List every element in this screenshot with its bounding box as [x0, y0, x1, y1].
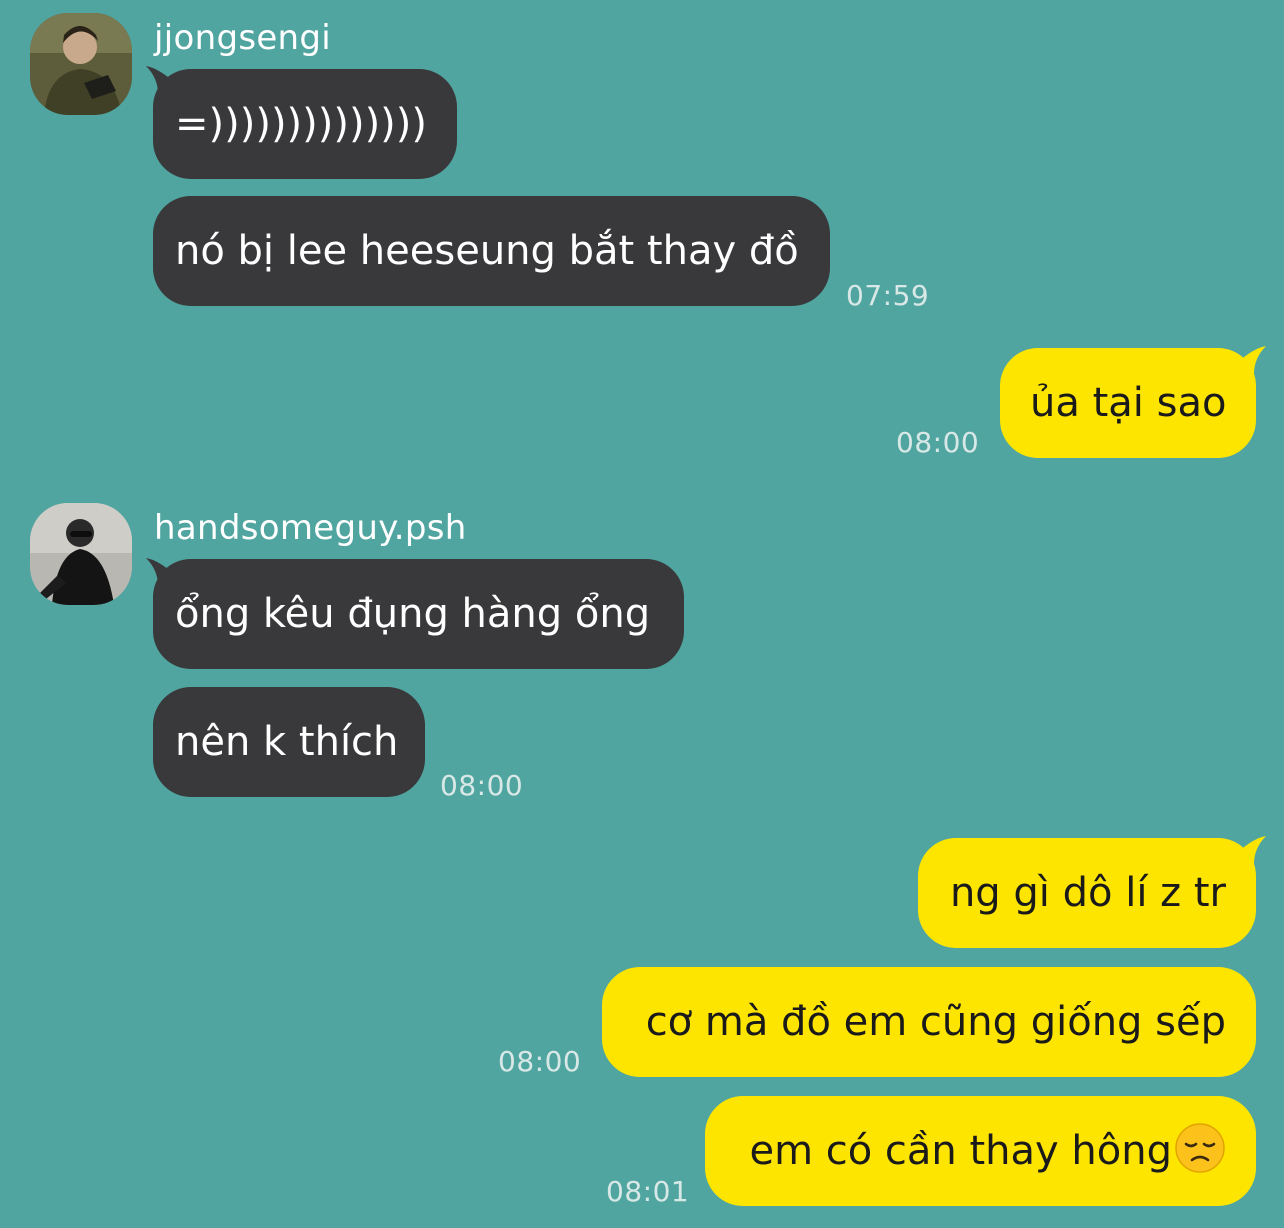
message-bubble[interactable]: em có cần thay hông	[705, 1096, 1256, 1206]
avatar-handsomeguy-psh[interactable]	[30, 503, 132, 605]
sender-name: handsomeguy.psh	[154, 508, 467, 548]
message-bubble[interactable]: =))))))))))))))	[153, 69, 457, 179]
avatar-photo-icon	[30, 503, 132, 605]
message-text: em có cần thay hông	[749, 1128, 1172, 1174]
message-bubble[interactable]: ủa tại sao	[1000, 348, 1256, 458]
sender-name: jjongsengi	[154, 18, 332, 58]
message-bubble[interactable]: ổng kêu đụng hàng ổng	[153, 559, 684, 669]
message-time: 08:00	[896, 426, 980, 459]
avatar-jjongsengi[interactable]	[30, 13, 132, 115]
message-bubble[interactable]: ng gì dô lí z tr	[918, 838, 1256, 948]
message-time: 08:00	[498, 1045, 582, 1078]
message-time: 08:00	[440, 769, 524, 802]
message-time: 07:59	[846, 279, 930, 312]
message-bubble[interactable]: cơ mà đồ em cũng giống sếp	[602, 967, 1256, 1077]
message-time: 08:01	[606, 1175, 690, 1208]
avatar-photo-icon	[30, 13, 132, 115]
message-bubble[interactable]: nó bị lee heeseung bắt thay đồ	[153, 196, 830, 306]
disappointed-face-icon	[1175, 1123, 1225, 1173]
message-bubble[interactable]: nên k thích	[153, 687, 425, 797]
